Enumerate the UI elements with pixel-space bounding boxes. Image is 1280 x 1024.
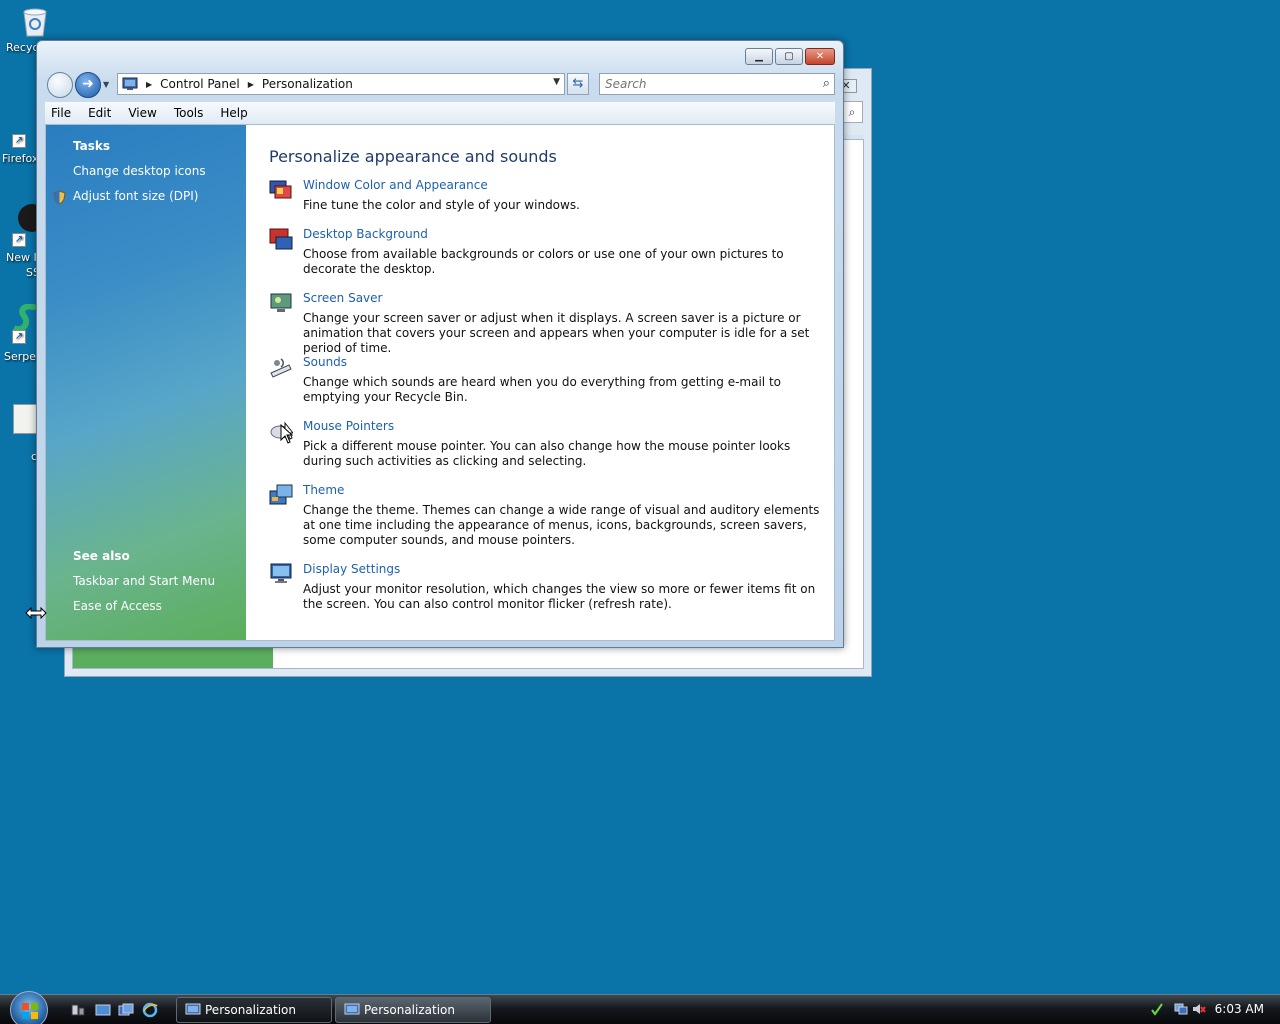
menu-bar: File Edit View Tools Help <box>45 102 835 124</box>
control-panel-icon <box>344 1003 360 1015</box>
see-also-taskbar-start-menu[interactable]: Taskbar and Start Menu <box>73 574 215 588</box>
taskbar: Personalization Personalization 6:03 AM <box>0 991 1280 1024</box>
tasks-heading: Tasks <box>73 139 111 153</box>
item-name[interactable]: Display Settings <box>303 562 400 576</box>
main-pane: Personalize appearance and sounds Window… <box>269 125 834 640</box>
quicklaunch-desktop-icon[interactable] <box>70 1002 86 1018</box>
shortcut-arrow-icon: ↗ <box>12 134 26 148</box>
taskbar-button-label: Personalization <box>364 1003 455 1017</box>
network-icon[interactable] <box>1174 1002 1188 1016</box>
window-controls: ▁ ▢ ✕ <box>745 48 835 65</box>
item-name[interactable]: Window Color and Appearance <box>303 178 488 192</box>
see-also-ease-of-access[interactable]: Ease of Access <box>73 599 162 613</box>
breadcrumb-separator-icon[interactable]: ▶ <box>248 80 254 89</box>
close-button[interactable]: ✕ <box>805 48 835 65</box>
shortcut-arrow-icon: ↗ <box>12 330 26 344</box>
security-center-icon[interactable] <box>1150 1002 1164 1016</box>
item-description: Fine tune the color and style of your wi… <box>303 198 580 212</box>
refresh-button[interactable]: ⇆ <box>567 73 589 95</box>
item-name[interactable]: Theme <box>303 483 344 497</box>
maximize-button[interactable]: ▢ <box>775 48 803 65</box>
taskbar-button-personalization-1[interactable]: Personalization <box>176 997 332 1023</box>
uac-shield-icon <box>53 190 66 205</box>
screen-saver-icon <box>270 293 292 312</box>
see-also-heading: See also <box>73 549 130 563</box>
control-panel-icon <box>122 77 138 90</box>
quicklaunch-switch-windows-icon[interactable] <box>118 1002 134 1018</box>
item-description: Pick a different mouse pointer. You can … <box>303 439 791 468</box>
menu-edit[interactable]: Edit <box>88 106 111 120</box>
back-button[interactable] <box>47 72 73 98</box>
item-name[interactable]: Desktop Background <box>303 227 428 241</box>
search-box[interactable]: ⌕ <box>599 73 835 95</box>
volume-muted-icon[interactable] <box>1192 1002 1206 1016</box>
recent-pages-dropdown[interactable]: ▼ <box>103 80 109 89</box>
item-description: Adjust your monitor resolution, which ch… <box>303 582 816 611</box>
breadcrumb-control-panel[interactable]: Control Panel <box>160 77 240 91</box>
item-name[interactable]: Mouse Pointers <box>303 419 394 433</box>
sounds-icon <box>270 358 292 378</box>
search-icon[interactable]: ⌕ <box>823 76 830 91</box>
desktop-background-icon <box>269 228 293 250</box>
item-description: Change your screen saver or adjust when … <box>303 311 810 355</box>
window-color-icon <box>269 180 292 199</box>
address-bar[interactable]: ▶ Control Panel ▶ Personalization ▼ <box>117 73 565 95</box>
resize-cursor-icon <box>25 607 47 619</box>
task-adjust-font-size[interactable]: Adjust font size (DPI) <box>73 189 198 203</box>
navigation-bar: ➜ ▼ ▶ Control Panel ▶ Personalization ▼ … <box>45 70 835 98</box>
personalization-window[interactable]: ▁ ▢ ✕ ➜ ▼ ▶ Control Panel ▶ Personalizat… <box>36 40 844 648</box>
search-icon[interactable]: ⌕ <box>841 101 863 123</box>
menu-file[interactable]: File <box>51 106 71 120</box>
mouse-cursor-icon <box>280 424 294 444</box>
menu-tools[interactable]: Tools <box>174 106 204 120</box>
system-clock[interactable]: 6:03 AM <box>1215 1002 1264 1016</box>
task-pane: Tasks Change desktop icons Adjust font s… <box>46 125 246 640</box>
content-area: Tasks Change desktop icons Adjust font s… <box>45 124 835 641</box>
menu-help[interactable]: Help <box>220 106 247 120</box>
shortcut-arrow-icon: ↗ <box>12 233 26 247</box>
theme-icon <box>269 484 293 505</box>
forward-button[interactable]: ➜ <box>75 72 101 98</box>
taskbar-button-personalization-2[interactable]: Personalization <box>335 997 491 1023</box>
menu-view[interactable]: View <box>128 106 156 120</box>
item-description: Choose from available backgrounds or col… <box>303 247 784 276</box>
quicklaunch-show-desktop-icon[interactable] <box>95 1002 111 1018</box>
item-name[interactable]: Screen Saver <box>303 291 382 305</box>
address-dropdown-icon[interactable]: ▼ <box>553 77 560 87</box>
display-settings-icon <box>270 563 292 583</box>
document-icon <box>13 404 37 434</box>
minimize-button[interactable]: ▁ <box>745 48 773 65</box>
item-description: Change the theme. Themes can change a wi… <box>303 503 820 547</box>
quicklaunch-ie-icon[interactable] <box>142 1002 158 1018</box>
taskbar-button-label: Personalization <box>205 1003 296 1017</box>
breadcrumb-personalization[interactable]: Personalization <box>262 77 353 91</box>
desktop-icon-recycle-bin[interactable]: Recyc <box>0 4 47 54</box>
notification-area: 6:03 AM <box>1140 995 1280 1024</box>
page-title: Personalize appearance and sounds <box>269 147 557 166</box>
breadcrumb-separator-icon[interactable]: ▶ <box>146 80 152 89</box>
recycle-bin-icon <box>23 8 47 37</box>
start-button[interactable] <box>10 991 48 1024</box>
item-description: Change which sounds are heard when you d… <box>303 375 781 404</box>
search-input[interactable] <box>600 74 800 94</box>
task-change-desktop-icons[interactable]: Change desktop icons <box>73 164 206 178</box>
windows-logo-icon <box>22 1003 38 1019</box>
control-panel-icon <box>185 1003 201 1015</box>
item-name[interactable]: Sounds <box>303 355 347 369</box>
